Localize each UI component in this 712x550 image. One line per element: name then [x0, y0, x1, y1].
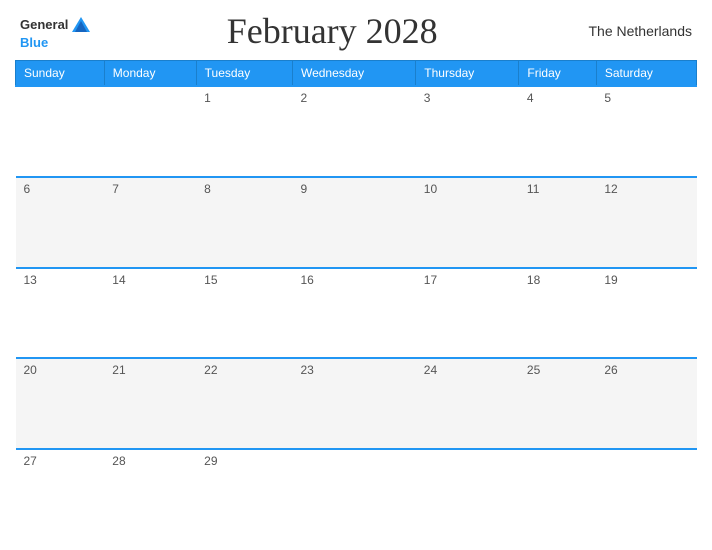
calendar-day-cell: 26 [596, 358, 696, 449]
day-number: 14 [112, 273, 188, 287]
day-number: 15 [204, 273, 284, 287]
logo: General Blue [20, 14, 92, 49]
calendar-day-cell: 12 [596, 177, 696, 268]
calendar-day-cell: 4 [519, 86, 596, 177]
col-wednesday: Wednesday [292, 61, 415, 87]
logo-general-text: General [20, 18, 68, 31]
day-number: 16 [300, 273, 407, 287]
logo-icon [70, 14, 92, 36]
day-number: 28 [112, 454, 188, 468]
day-number: 6 [24, 182, 97, 196]
col-thursday: Thursday [416, 61, 519, 87]
calendar-week-row: 13 14 15 16 17 18 19 [16, 268, 697, 359]
day-number: 20 [24, 363, 97, 377]
day-number: 4 [527, 91, 588, 105]
day-number: 24 [424, 363, 511, 377]
col-sunday: Sunday [16, 61, 105, 87]
day-number: 13 [24, 273, 97, 287]
day-number: 9 [300, 182, 407, 196]
calendar-day-cell: 17 [416, 268, 519, 359]
calendar-day-cell: 28 [104, 449, 196, 540]
calendar-empty-cell [104, 86, 196, 177]
calendar-day-cell: 6 [16, 177, 105, 268]
calendar-day-cell: 19 [596, 268, 696, 359]
calendar-day-cell: 25 [519, 358, 596, 449]
calendar-week-row: 6 7 8 9 10 11 12 [16, 177, 697, 268]
day-number: 29 [204, 454, 284, 468]
calendar-day-cell: 8 [196, 177, 292, 268]
calendar-day-cell: 14 [104, 268, 196, 359]
calendar-day-cell: 10 [416, 177, 519, 268]
calendar-empty-cell [416, 449, 519, 540]
day-number: 2 [300, 91, 407, 105]
col-monday: Monday [104, 61, 196, 87]
calendar-day-cell: 27 [16, 449, 105, 540]
day-number: 27 [24, 454, 97, 468]
day-number: 10 [424, 182, 511, 196]
day-number: 1 [204, 91, 284, 105]
calendar-day-cell: 29 [196, 449, 292, 540]
calendar-empty-cell [16, 86, 105, 177]
day-number: 23 [300, 363, 407, 377]
day-number: 5 [604, 91, 688, 105]
calendar-day-cell: 24 [416, 358, 519, 449]
calendar-day-cell: 13 [16, 268, 105, 359]
day-number: 3 [424, 91, 511, 105]
calendar-day-cell: 21 [104, 358, 196, 449]
calendar-table: Sunday Monday Tuesday Wednesday Thursday… [15, 60, 697, 540]
calendar-empty-cell [596, 449, 696, 540]
day-number: 19 [604, 273, 688, 287]
day-number: 12 [604, 182, 688, 196]
calendar-day-cell: 2 [292, 86, 415, 177]
calendar-header-row: Sunday Monday Tuesday Wednesday Thursday… [16, 61, 697, 87]
col-saturday: Saturday [596, 61, 696, 87]
calendar-header: General Blue February 2028 The Netherlan… [15, 10, 697, 52]
day-number: 17 [424, 273, 511, 287]
calendar-day-cell: 18 [519, 268, 596, 359]
day-number: 11 [527, 182, 588, 196]
calendar-day-cell: 16 [292, 268, 415, 359]
month-title: February 2028 [92, 10, 572, 52]
calendar-body: 1234567891011121314151617181920212223242… [16, 86, 697, 540]
calendar-day-cell: 15 [196, 268, 292, 359]
calendar-day-cell: 23 [292, 358, 415, 449]
day-number: 18 [527, 273, 588, 287]
calendar-week-row: 1 2 3 4 5 [16, 86, 697, 177]
day-number: 8 [204, 182, 284, 196]
calendar-day-cell: 9 [292, 177, 415, 268]
country-name: The Netherlands [572, 23, 692, 39]
calendar-day-cell: 22 [196, 358, 292, 449]
calendar-week-row: 27 28 29 [16, 449, 697, 540]
calendar-empty-cell [292, 449, 415, 540]
day-number: 21 [112, 363, 188, 377]
day-number: 25 [527, 363, 588, 377]
calendar-week-row: 20 21 22 23 24 25 26 [16, 358, 697, 449]
calendar-container: General Blue February 2028 The Netherlan… [0, 0, 712, 550]
calendar-day-cell: 7 [104, 177, 196, 268]
calendar-day-cell: 3 [416, 86, 519, 177]
calendar-day-cell: 20 [16, 358, 105, 449]
calendar-day-cell: 11 [519, 177, 596, 268]
day-number: 22 [204, 363, 284, 377]
calendar-empty-cell [519, 449, 596, 540]
col-friday: Friday [519, 61, 596, 87]
logo-blue-text: Blue [20, 36, 48, 49]
day-number: 7 [112, 182, 188, 196]
col-tuesday: Tuesday [196, 61, 292, 87]
calendar-day-cell: 1 [196, 86, 292, 177]
calendar-day-cell: 5 [596, 86, 696, 177]
day-number: 26 [604, 363, 688, 377]
